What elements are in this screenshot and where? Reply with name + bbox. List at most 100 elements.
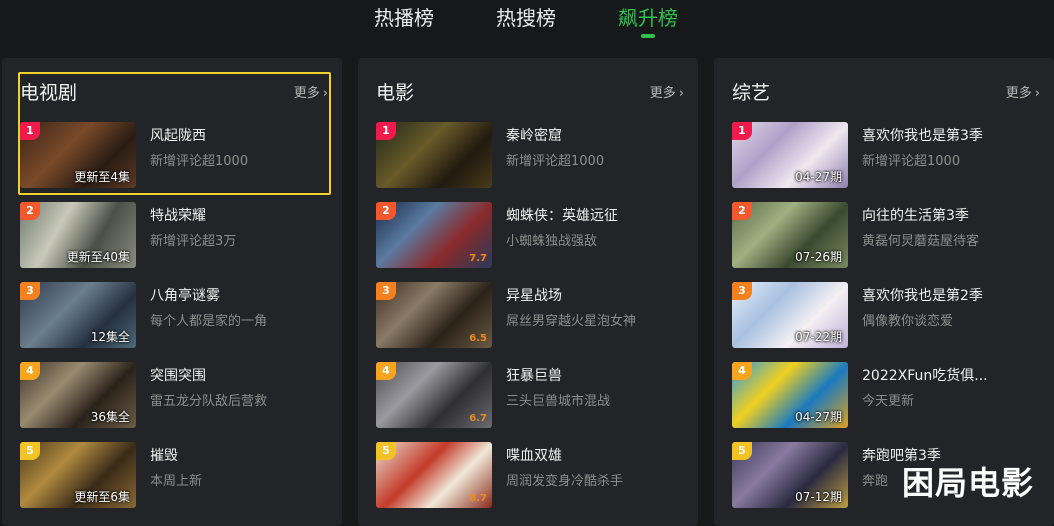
episode-badge: 07-26期 — [795, 250, 842, 264]
rating-score: 6.7 — [469, 413, 487, 424]
item-title: 喜欢你我也是第3季 — [862, 128, 983, 144]
rating-score: 8.7 — [469, 493, 487, 504]
item-subtitle: 偶像教你谈恋爱 — [862, 314, 954, 329]
item-title: 向往的生活第3季 — [862, 208, 969, 224]
item-subtitle: 本周上新 — [150, 474, 203, 489]
poster-thumbnail: 3 6.5 — [376, 282, 492, 348]
list-item[interactable]: 2 07-26期 向往的生活第3季 黄磊何炅蘑菇屋待客 — [732, 202, 1042, 268]
item-subtitle: 周润发变身冷酷杀手 — [506, 474, 624, 489]
item-subtitle: 小蜘蛛独战强敌 — [506, 234, 598, 249]
item-subtitle: 新增评论超3万 — [150, 234, 237, 249]
list-item[interactable]: 4 36集全 突围突围 雷五龙分队敌后营救 — [20, 362, 330, 428]
item-title: 喜欢你我也是第2季 — [862, 288, 983, 304]
rank-badge: 2 — [376, 202, 396, 220]
item-subtitle: 三头巨兽城市混战 — [506, 394, 611, 409]
rank-badge: 4 — [376, 362, 396, 380]
list-item[interactable]: 3 6.5 异星战场 屌丝男穿越火星泡女神 — [376, 282, 686, 348]
item-subtitle: 新增评论超1000 — [862, 154, 961, 169]
list-item[interactable]: 2 7.7 蜘蛛侠：英雄远征 小蜘蛛独战强敌 — [376, 202, 686, 268]
item-title: 2022XFun吃货俱... — [862, 368, 988, 384]
list-item[interactable]: 4 04-27期 2022XFun吃货俱... 今天更新 — [732, 362, 1042, 428]
poster-thumbnail: 1 更新至4集 — [20, 122, 136, 188]
item-title: 异星战场 — [506, 288, 562, 304]
tab-hot-search[interactable]: 热搜榜 — [496, 4, 556, 38]
more-label: 更多 — [649, 86, 676, 101]
item-title: 突围突围 — [150, 368, 206, 384]
item-subtitle: 今天更新 — [862, 394, 915, 409]
rank-badge: 3 — [732, 282, 752, 300]
tab-hot-play[interactable]: 热播榜 — [374, 4, 434, 38]
list-item[interactable]: 1 秦岭密窟 新增评论超1000 — [376, 122, 686, 188]
panel-title: 电视剧 — [20, 82, 78, 104]
item-title: 蜘蛛侠：英雄远征 — [506, 208, 618, 224]
item-title: 风起陇西 — [150, 128, 206, 144]
rank-badge: 4 — [732, 362, 752, 380]
list-item[interactable]: 3 12集全 八角亭谜雾 每个人都是家的一角 — [20, 282, 330, 348]
rank-badge: 1 — [20, 122, 40, 140]
poster-thumbnail: 3 12集全 — [20, 282, 136, 348]
chevron-right-icon: › — [1034, 86, 1040, 101]
panel-title: 综艺 — [732, 82, 771, 104]
poster-thumbnail: 2 更新至40集 — [20, 202, 136, 268]
poster-thumbnail: 2 07-26期 — [732, 202, 848, 268]
episode-badge: 12集全 — [90, 330, 130, 344]
tab-rising[interactable]: 飙升榜 — [618, 4, 678, 38]
panel-title: 电影 — [376, 82, 415, 104]
rank-badge: 5 — [376, 442, 396, 460]
ranking-tabs: 热播榜 热搜榜 飙升榜 — [0, 0, 1054, 56]
rating-score: 7.7 — [469, 253, 487, 264]
rating-score: 6.5 — [469, 333, 487, 344]
item-subtitle: 新增评论超1000 — [150, 154, 249, 169]
chevron-right-icon: › — [322, 86, 328, 101]
item-subtitle: 奔跑 — [862, 474, 889, 489]
watermark: 困局电影 — [901, 464, 1034, 502]
active-tab-indicator — [641, 34, 655, 38]
more-label: 更多 — [1005, 86, 1032, 101]
rank-badge: 4 — [20, 362, 40, 380]
panel-movies: 电影 更多 › 1 秦岭密窟 新增评论超1000 2 7.7 蜘蛛侠：英雄远征 小… — [358, 58, 698, 526]
episode-badge: 07-12期 — [795, 490, 842, 504]
poster-thumbnail: 4 36集全 — [20, 362, 136, 428]
poster-thumbnail: 4 04-27期 — [732, 362, 848, 428]
rank-badge: 5 — [20, 442, 40, 460]
rank-badge: 2 — [20, 202, 40, 220]
poster-thumbnail: 1 04-27期 — [732, 122, 848, 188]
list-item[interactable]: 1 更新至4集 风起陇西 新增评论超1000 — [20, 122, 330, 188]
list-item[interactable]: 5 8.7 喋血双雄 周润发变身冷酷杀手 — [376, 442, 686, 508]
list-item[interactable]: 4 6.7 狂暴巨兽 三头巨兽城市混战 — [376, 362, 686, 428]
tab-rising-label: 飙升榜 — [618, 6, 678, 30]
list-item[interactable]: 3 07-22期 喜欢你我也是第2季 偶像教你谈恋爱 — [732, 282, 1042, 348]
episode-badge: 04-27期 — [795, 410, 842, 424]
item-title: 八角亭谜雾 — [150, 288, 220, 304]
more-link[interactable]: 更多 › — [1006, 82, 1040, 101]
more-link[interactable]: 更多 › — [294, 82, 328, 101]
episode-badge: 更新至4集 — [74, 170, 130, 184]
more-link[interactable]: 更多 › — [650, 82, 684, 101]
poster-thumbnail: 5 07-12期 — [732, 442, 848, 508]
list-item[interactable]: 1 04-27期 喜欢你我也是第3季 新增评论超1000 — [732, 122, 1042, 188]
list-item[interactable]: 2 更新至40集 特战荣耀 新增评论超3万 — [20, 202, 330, 268]
item-subtitle: 每个人都是家的一角 — [150, 314, 268, 329]
item-subtitle: 屌丝男穿越火星泡女神 — [506, 314, 637, 329]
rank-badge: 3 — [20, 282, 40, 300]
chevron-right-icon: › — [678, 86, 684, 101]
episode-badge: 36集全 — [90, 410, 130, 424]
panel-tv-series: 电视剧 更多 › 1 更新至4集 风起陇西 新增评论超1000 2 更新至40集 … — [2, 58, 342, 526]
rank-badge: 5 — [732, 442, 752, 460]
panel-variety: 综艺 更多 › 1 04-27期 喜欢你我也是第3季 新增评论超1000 2 07… — [714, 58, 1054, 526]
item-title: 狂暴巨兽 — [506, 368, 562, 384]
item-title: 喋血双雄 — [506, 448, 562, 464]
poster-thumbnail: 1 — [376, 122, 492, 188]
episode-badge: 04-27期 — [795, 170, 842, 184]
rank-badge: 3 — [376, 282, 396, 300]
item-title: 摧毁 — [150, 448, 178, 464]
poster-thumbnail: 5 更新至6集 — [20, 442, 136, 508]
episode-badge: 07-22期 — [795, 330, 842, 344]
list-item[interactable]: 5 更新至6集 摧毁 本周上新 — [20, 442, 330, 508]
poster-thumbnail: 4 6.7 — [376, 362, 492, 428]
rank-badge: 1 — [732, 122, 752, 140]
episode-badge: 更新至6集 — [74, 490, 130, 504]
item-subtitle: 黄磊何炅蘑菇屋待客 — [862, 234, 980, 249]
item-title: 秦岭密窟 — [506, 128, 562, 144]
poster-thumbnail: 2 7.7 — [376, 202, 492, 268]
